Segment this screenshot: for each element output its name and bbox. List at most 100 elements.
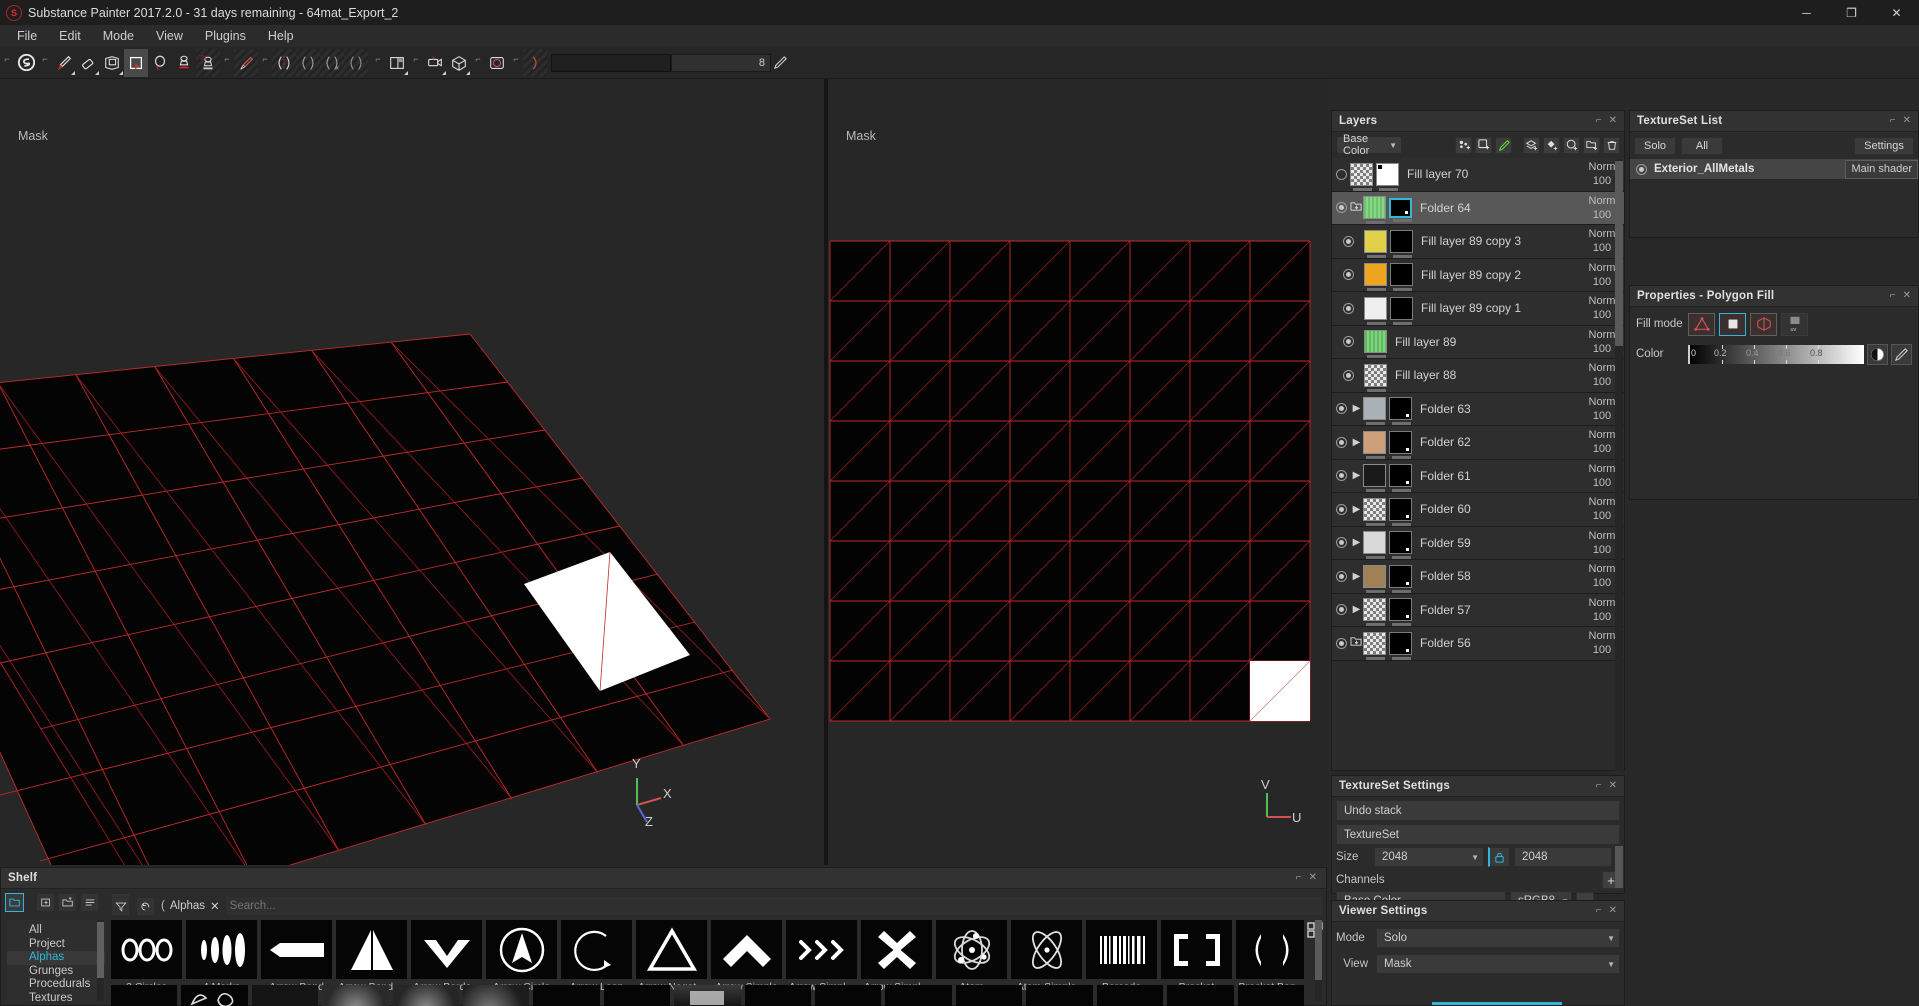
viewport-3d[interactable]: Mask Y X Z <box>0 79 824 865</box>
undock-icon[interactable]: ⌐ <box>1596 781 1602 791</box>
layer-thumbnail[interactable] <box>1363 430 1386 459</box>
arrow-bend-alpha-icon[interactable] <box>336 920 407 979</box>
layer-thumbnail[interactable] <box>1364 296 1387 325</box>
visibility-toggle[interactable] <box>1335 168 1347 180</box>
color-swap-icon[interactable] <box>1867 343 1888 365</box>
size-width-select[interactable]: 2048 ▼ <box>1374 847 1484 867</box>
folder-collapsed-icon[interactable]: ▶ <box>1350 470 1363 481</box>
layer-mask-thumbnail[interactable] <box>1389 631 1412 660</box>
list-item[interactable] <box>181 985 248 1006</box>
brush-size-value[interactable]: 8 <box>671 53 771 72</box>
layer-thumbnail[interactable] <box>1363 497 1386 526</box>
clone-source-icon[interactable]: 21 <box>196 48 220 77</box>
close-icon[interactable]: ✕ <box>1609 906 1617 916</box>
close-button[interactable]: ✕ <box>1874 0 1919 25</box>
shelf-category-project[interactable]: Project <box>7 938 105 952</box>
projection-icon[interactable] <box>100 49 124 77</box>
all-button[interactable]: All <box>1681 137 1723 155</box>
color-picker-icon[interactable] <box>1891 343 1912 365</box>
visibility-toggle[interactable] <box>1342 369 1354 381</box>
arrow-loop-alpha-icon[interactable] <box>561 920 632 979</box>
close-icon[interactable]: ✕ <box>1609 781 1617 791</box>
cube-3d-icon[interactable] <box>447 49 471 77</box>
mirror-toggle-icon[interactable] <box>523 48 547 77</box>
eraser-icon[interactable] <box>76 49 100 77</box>
close-icon[interactable]: ✕ <box>1309 873 1317 883</box>
environment-icon[interactable] <box>485 49 509 77</box>
textureset-field[interactable]: TextureSet <box>1336 824 1620 845</box>
table-row[interactable]: ▶ Folder 62 Norm 100 <box>1332 426 1624 460</box>
viewport-uv[interactable]: Mask V U <box>828 79 1327 865</box>
list-item[interactable] <box>1096 985 1164 1006</box>
layer-thumbnail[interactable] <box>1363 598 1386 627</box>
shelf-scrollbar-thumb[interactable] <box>1315 920 1322 980</box>
visibility-toggle[interactable] <box>1335 637 1347 649</box>
folder-open-icon[interactable] <box>1350 201 1363 215</box>
undock-icon[interactable]: ⌐ <box>1890 291 1896 301</box>
table-row[interactable]: Fill layer 89 copy 3 Norm 100 <box>1332 225 1624 259</box>
layers-scrollbar-thumb[interactable] <box>1615 161 1623 346</box>
barcode-alpha-icon[interactable] <box>1086 920 1157 979</box>
symmetry-icon[interactable] <box>272 48 296 77</box>
minimize-button[interactable]: ─ <box>1784 0 1829 25</box>
list-item[interactable] <box>1026 985 1093 1006</box>
lock-icon[interactable] <box>1488 847 1510 867</box>
list-item[interactable] <box>111 985 178 1006</box>
fill-triangle-icon[interactable] <box>1688 312 1715 336</box>
filter-close-icon[interactable]: ✕ <box>210 899 220 913</box>
add-layer-icon[interactable] <box>1523 136 1540 154</box>
folder-collapsed-icon[interactable]: ▶ <box>1350 504 1363 515</box>
table-row[interactable]: ▶ Folder 61 Norm 100 <box>1332 459 1624 493</box>
list-item[interactable] <box>463 985 530 1006</box>
folder-collapsed-icon[interactable]: ▶ <box>1350 403 1363 414</box>
list-item[interactable]: Exterior_AllMetals Main shader <box>1630 159 1918 179</box>
add-fill-layer-icon[interactable] <box>1543 136 1560 154</box>
layer-mask-thumbnail[interactable] <box>1389 564 1412 593</box>
import-resource-icon[interactable] <box>36 892 55 912</box>
add-effect-icon[interactable] <box>1455 136 1472 154</box>
arrow-circle-alpha-icon[interactable] <box>486 920 557 979</box>
toolbar-expand-icon-5[interactable]: ⌐ <box>371 49 385 77</box>
list-item[interactable] <box>815 985 882 1006</box>
list-item[interactable] <box>885 985 952 1006</box>
list-item[interactable] <box>744 985 812 1006</box>
view-select[interactable]: Mask ▼ <box>1376 954 1620 974</box>
visibility-toggle[interactable] <box>1335 436 1347 448</box>
paint-brush-icon[interactable] <box>52 49 76 77</box>
list-item[interactable] <box>251 985 319 1006</box>
list-item[interactable] <box>674 985 741 1006</box>
toolbar-expand-icon-6[interactable]: ⌐ <box>409 49 423 77</box>
layer-thumbnail[interactable] <box>1364 229 1387 258</box>
folder-view-icon[interactable] <box>5 892 24 912</box>
textureset-visibility-toggle[interactable] <box>1636 163 1647 175</box>
fill-polygon-icon[interactable] <box>1719 312 1746 336</box>
maximize-button[interactable]: ❐ <box>1829 0 1874 25</box>
mode-select[interactable]: Solo ▼ <box>1376 928 1620 948</box>
folder-collapsed-icon[interactable]: ▶ <box>1350 537 1363 548</box>
shelf-scrollbar-track[interactable] <box>1315 920 1322 1001</box>
layer-thumbnail[interactable] <box>1364 263 1387 292</box>
shelf-category-all[interactable]: All <box>7 924 105 938</box>
filter-icon[interactable] <box>111 896 130 916</box>
layer-thumbnail[interactable] <box>1363 464 1386 493</box>
shelf-category-alphas[interactable]: Alphas <box>7 951 105 965</box>
shelf-category-grunges[interactable]: Grunges <box>7 965 105 979</box>
table-row[interactable]: Folder 56 Norm 100 <box>1332 627 1624 661</box>
add-folder-icon[interactable] <box>1583 136 1600 154</box>
textureset-settings-scrollbar[interactable] <box>1615 846 1623 888</box>
layer-mask-thumbnail[interactable] <box>1389 464 1412 493</box>
layer-mask-thumbnail[interactable] <box>1389 397 1412 426</box>
list-item[interactable] <box>533 985 600 1006</box>
toolbar-expand-icon-7[interactable]: ⌐ <box>471 49 485 77</box>
layer-mask-thumbnail[interactable] <box>1390 263 1413 292</box>
table-row[interactable]: Fill layer 89 copy 2 Norm 100 <box>1332 258 1624 292</box>
layer-mask-thumbnail[interactable] <box>1389 531 1412 560</box>
layer-list[interactable]: Fill layer 70 Norm 100 Folder 64 Norm 100 <box>1332 158 1624 770</box>
visibility-toggle[interactable] <box>1335 470 1347 482</box>
layer-thumbnail[interactable] <box>1363 397 1386 426</box>
add-paint-icon[interactable] <box>1495 136 1512 154</box>
layer-mask-thumbnail[interactable] <box>1389 598 1412 627</box>
add-mask-icon[interactable] <box>1475 136 1492 154</box>
table-row[interactable]: ▶ Folder 63 Norm 100 <box>1332 392 1624 426</box>
visibility-toggle[interactable] <box>1335 537 1347 549</box>
